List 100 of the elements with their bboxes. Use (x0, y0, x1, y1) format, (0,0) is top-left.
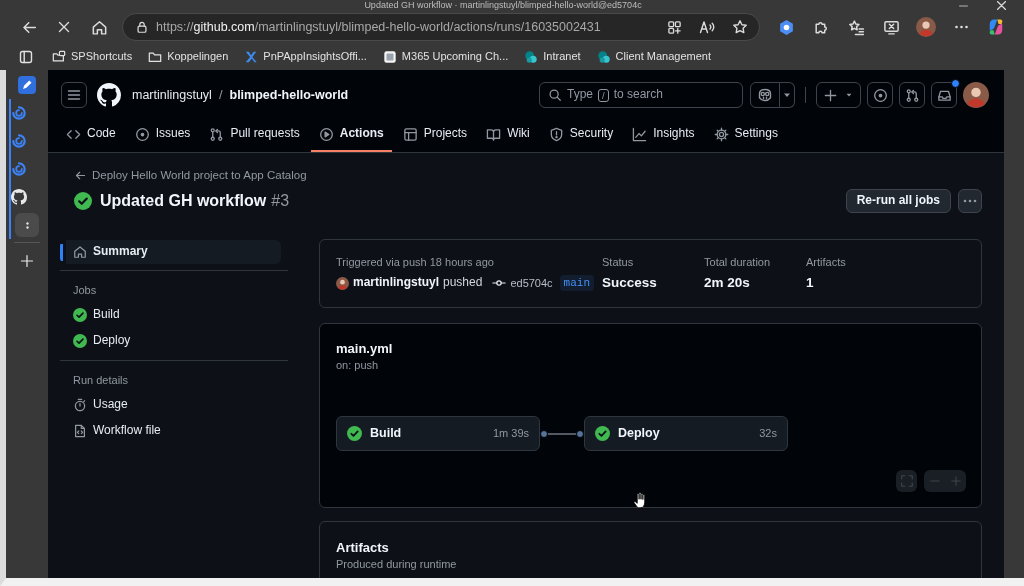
app-tile-icon (18, 76, 36, 94)
duration-text: 32s (759, 426, 777, 441)
stat-label: Status (602, 255, 635, 270)
bookmark-link[interactable]: M365 Upcoming Ch... (377, 45, 514, 68)
back-link[interactable]: Deploy Hello World project to App Catalog (74, 167, 307, 183)
avatar-icon (916, 17, 936, 37)
assistant-button[interactable] (750, 82, 780, 108)
stat-label: Total duration (704, 255, 772, 270)
plus-icon (823, 87, 838, 103)
create-new-button[interactable] (816, 82, 861, 108)
pull-requests-button[interactable] (899, 82, 925, 108)
hexagon-icon (777, 18, 795, 36)
avatar-button[interactable] (963, 82, 989, 108)
sidebar-item[interactable]: Usage (60, 392, 281, 419)
commit-link[interactable]: ed5704c (510, 275, 553, 291)
favorites-icon (847, 18, 865, 36)
site-logo-icon (524, 49, 539, 64)
branch-tag[interactable]: main (559, 275, 594, 292)
inbox-button[interactable] (931, 82, 957, 108)
panel-icon (18, 48, 34, 65)
rerun-button[interactable]: Re-run all jobs (845, 189, 951, 214)
repo-tab[interactable]: Insights (624, 118, 703, 152)
app-tile-icon (382, 49, 397, 64)
job-node[interactable]: Build 1m 39s (336, 416, 540, 452)
bookmark-link[interactable]: Client Management (591, 45, 716, 68)
play-circle-icon (318, 126, 334, 142)
folder-app-icon (52, 49, 66, 64)
run-number: #3 (271, 190, 290, 211)
section-heading: Run details (72, 373, 130, 388)
repo-tab[interactable]: Projects (394, 118, 476, 152)
window-title: Updated GH workflow · martinlingstuyl/blimped-hello-world@ed5704c (364, 0, 642, 11)
bookmark-link[interactable]: Koppelingen (143, 45, 234, 68)
shortcut-key: / (598, 88, 609, 102)
avatar-icon (963, 82, 989, 108)
search-field[interactable]: Type / to search (539, 82, 743, 108)
workflow-file-name: main.yml (336, 341, 394, 358)
bookmark-link[interactable]: Intranet (519, 45, 586, 68)
file-code-icon (73, 424, 87, 439)
plus-icon (949, 475, 962, 488)
close-icon (996, 1, 1006, 10)
robot-face-icon (757, 87, 773, 103)
stat-value: Success (602, 274, 658, 293)
trigger-text: on: push (336, 358, 380, 373)
bookmark-link[interactable]: SPShortcuts (47, 45, 138, 68)
url-text: https://github.com/martinlingstuyl/blimped-hello-world/actions/runs/16035002431 (156, 18, 601, 36)
connector-line (540, 428, 584, 439)
home-icon (73, 245, 87, 260)
search-icon (548, 88, 562, 102)
app-logo-icon (244, 49, 259, 64)
folder-icon (148, 49, 163, 64)
repo-tab[interactable]: Issues (126, 118, 199, 152)
repo-tab[interactable]: Pull requests (201, 118, 308, 152)
sidebar-item[interactable]: Build (60, 302, 281, 329)
circle-dot-icon (872, 87, 888, 103)
pull-request-icon (209, 126, 225, 142)
menu-button[interactable] (61, 82, 87, 108)
section-heading: Jobs (72, 283, 98, 298)
lock-icon (135, 20, 149, 34)
table-icon (402, 126, 418, 142)
apps-grid-icon (666, 19, 682, 35)
sidebar-item[interactable]: Summary (60, 240, 281, 265)
star-icon (732, 19, 748, 35)
cat-logo-icon (11, 189, 27, 205)
address-bar[interactable]: https://github.com/martinlingstuyl/blimped-hello-world/actions/runs/16035002431 (122, 13, 760, 41)
user-link[interactable]: martinlingstuyl (353, 275, 439, 291)
sidebar-item[interactable]: Workflow file (60, 418, 281, 445)
sidebar-item[interactable]: Deploy (60, 328, 281, 355)
repo-tab[interactable]: Code (58, 118, 124, 152)
stat-label: Artifacts (806, 255, 847, 270)
plus-icon (19, 253, 35, 269)
repo-tab[interactable]: Settings (705, 118, 786, 152)
home-icon (90, 18, 108, 36)
repo-link[interactable]: blimped-hello-world (229, 86, 349, 104)
site-logo-icon (596, 49, 611, 64)
panel-title: Artifacts (336, 540, 390, 557)
circle-dot-icon (134, 126, 150, 142)
duration-text: 1m 39s (492, 426, 529, 441)
bookmark-link[interactable]: PnPAppInsightsOffi... (239, 45, 372, 68)
owner-link[interactable]: martinlingstuyl (132, 86, 212, 104)
repo-tab[interactable]: Wiki (478, 118, 538, 152)
issues-button[interactable] (867, 82, 893, 108)
stat-value: 1 (806, 274, 815, 293)
dots-icon (25, 221, 29, 229)
job-node[interactable]: Deploy 32s (584, 416, 788, 452)
repo-tab[interactable]: Actions (310, 118, 392, 152)
pull-request-icon (904, 87, 920, 103)
book-icon (486, 126, 502, 142)
minimize-icon (958, 4, 968, 7)
close-icon (56, 19, 72, 35)
kebab-icon (963, 199, 977, 204)
shield-icon (548, 126, 564, 142)
stat-value: 2m 20s (704, 274, 751, 293)
monitor-icon (882, 18, 900, 36)
graph-icon (632, 126, 648, 142)
more-icon (953, 25, 969, 29)
close-window-button[interactable] (996, 0, 1006, 11)
action-text: pushed (443, 275, 483, 291)
trigger-text: Triggered via push 18 hours ago (336, 255, 495, 270)
settings-icon (713, 126, 729, 142)
repo-tab[interactable]: Security (540, 118, 622, 152)
